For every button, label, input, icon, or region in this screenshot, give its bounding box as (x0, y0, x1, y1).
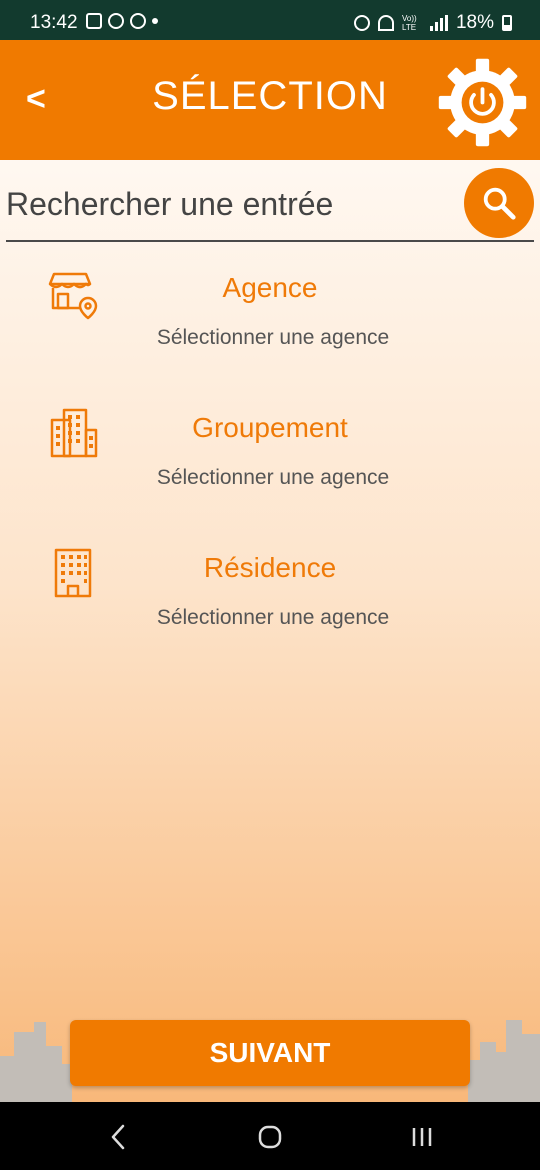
main-content: Agence Sélectionner une agence Groupemen… (0, 160, 540, 1102)
next-button[interactable]: SUIVANT (70, 1020, 470, 1086)
whatsapp-icon (130, 13, 146, 29)
nav-home-icon (258, 1125, 282, 1149)
search-input[interactable] (6, 182, 446, 226)
gear-power-icon (438, 58, 527, 147)
battery-icon (502, 15, 512, 31)
status-time: 13:42 (30, 12, 78, 33)
item-subtitle: Sélectionner une agence (156, 466, 390, 489)
item-subtitle: Sélectionner une agence (156, 326, 390, 349)
more-notifications-icon (152, 18, 158, 24)
nav-recents-button[interactable] (402, 1120, 442, 1154)
alarm-icon (353, 15, 370, 31)
status-bar: 13:42 Vo)) LTE 18% (0, 0, 540, 40)
search-button[interactable] (464, 168, 534, 238)
item-title: Résidence (203, 552, 337, 583)
search-icon (483, 187, 516, 220)
gallery-icon (86, 13, 102, 29)
list-item-agence[interactable]: Agence Sélectionner une agence (0, 268, 540, 378)
list-item-groupement[interactable]: Groupement Sélectionner une agence (0, 408, 540, 518)
alarm-icon (108, 13, 124, 29)
item-title: Groupement (192, 412, 348, 443)
settings-power-button[interactable] (435, 55, 530, 150)
signal-icon (429, 15, 448, 31)
search-bar (6, 168, 534, 242)
nav-back-icon (111, 1124, 125, 1150)
status-right: Vo)) LTE 18% (353, 12, 512, 34)
wifi-icon (377, 15, 394, 31)
nav-recents-icon (412, 1128, 432, 1146)
app-header: < SÉLECTION (0, 40, 540, 160)
nav-back-button[interactable] (98, 1120, 138, 1154)
notification-icons (86, 13, 158, 29)
item-subtitle: Sélectionner une agence (156, 606, 390, 629)
nav-home-button[interactable] (250, 1120, 290, 1154)
volte-label: Vo)) LTE (401, 14, 417, 32)
list-item-residence[interactable]: Résidence Sélectionner une agence (0, 548, 540, 658)
item-title: Agence (222, 272, 318, 303)
system-nav-bar (0, 1102, 540, 1170)
battery-percent: 18% (455, 12, 494, 33)
